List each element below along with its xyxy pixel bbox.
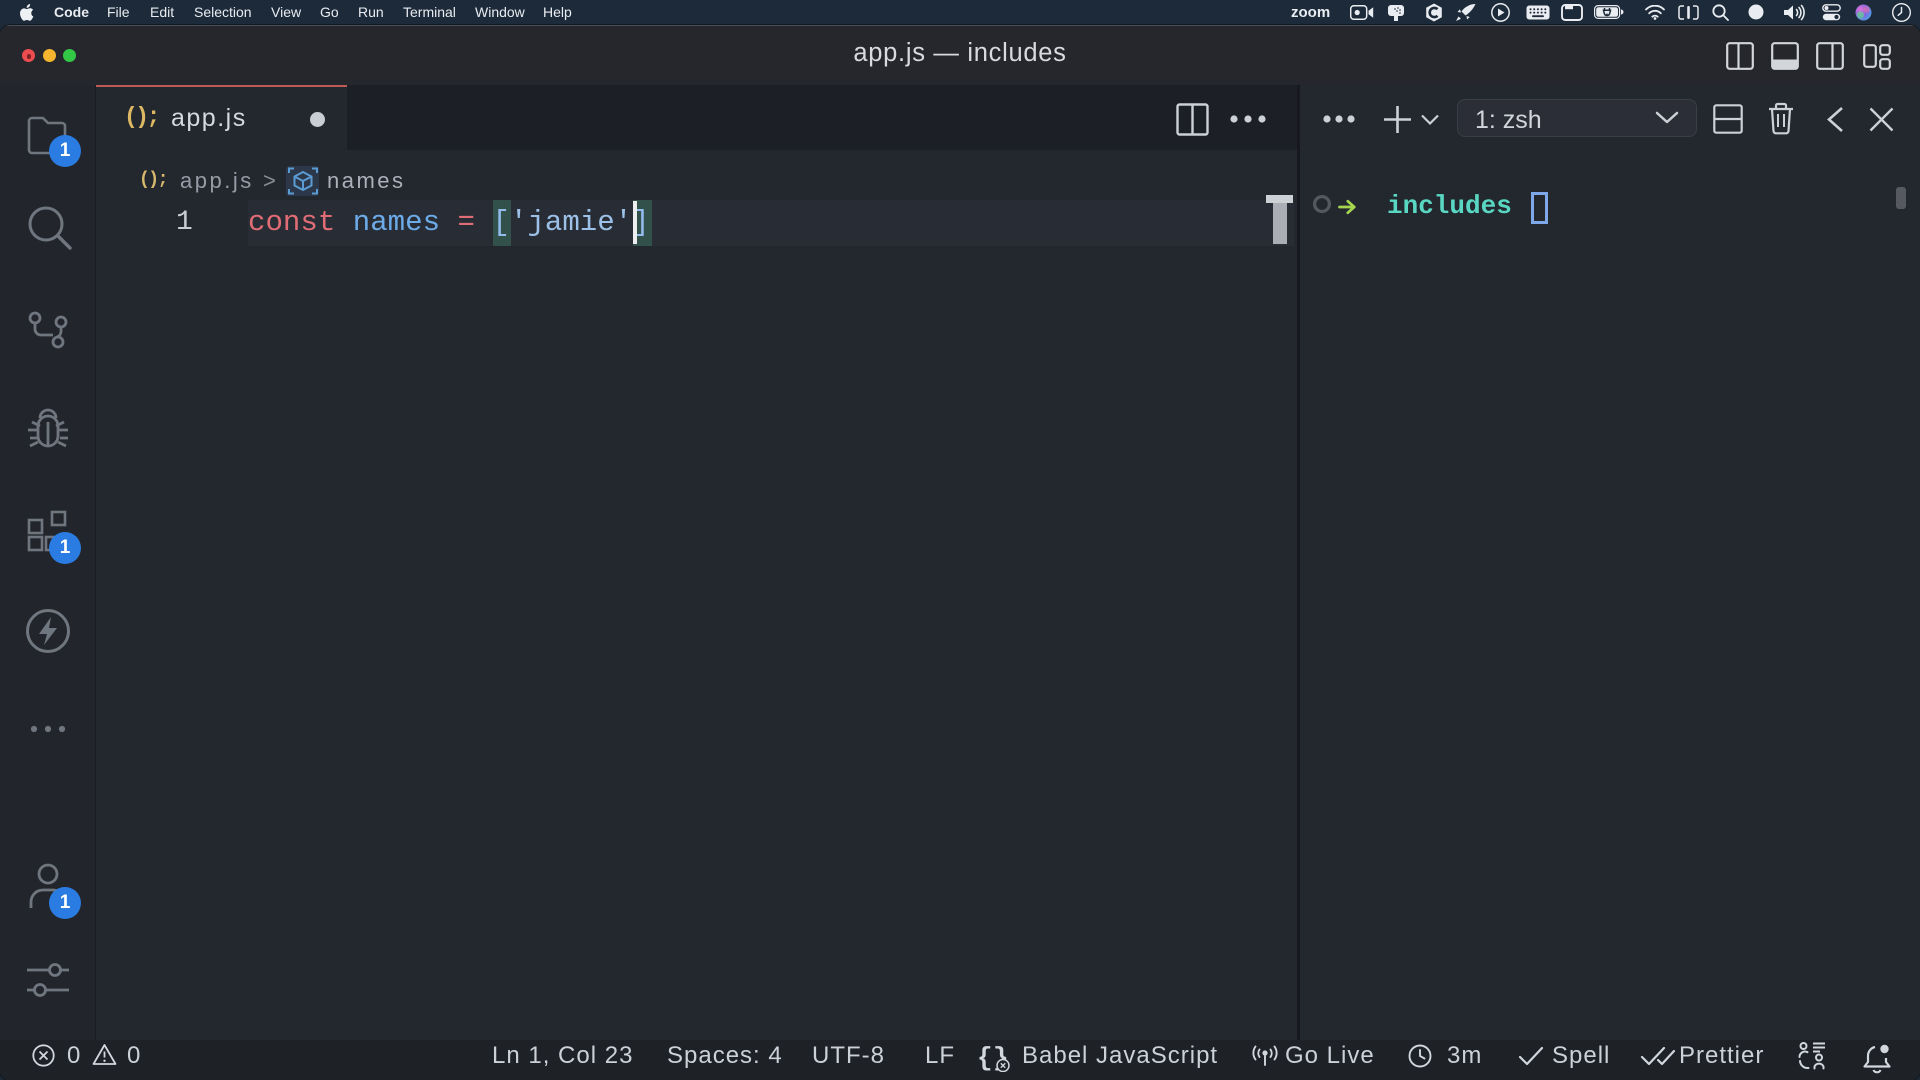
svg-text:{: {	[977, 1043, 993, 1072]
